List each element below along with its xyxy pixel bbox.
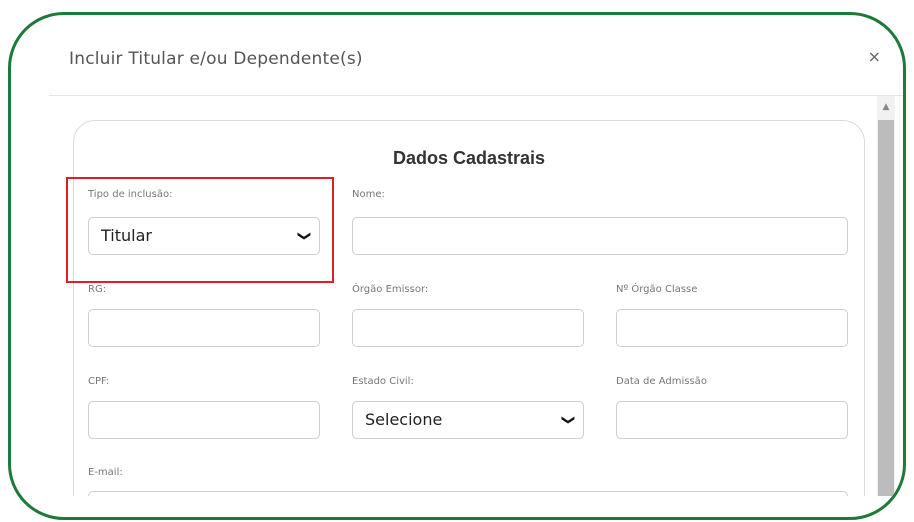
estado-civil-label: Estado Civil: (352, 376, 414, 387)
chevron-down-icon: ❯ (560, 414, 576, 426)
scroll-up-icon[interactable]: ▲ (877, 96, 895, 118)
orgao-emissor-input[interactable] (352, 309, 584, 347)
modal-body: Dados Cadastrais Tipo de inclusão: Titul… (49, 96, 903, 496)
scroll-thumb[interactable] (878, 120, 894, 496)
estado-civil-value: Selecione (365, 410, 443, 429)
cpf-label: CPF: (88, 376, 110, 387)
data-admissao-input[interactable] (616, 401, 848, 439)
orgao-classe-label: Nº Órgão Classe (616, 284, 698, 295)
data-admissao-label: Data de Admissão (616, 376, 707, 387)
modal-frame: Incluir Titular e/ou Dependente(s) × Dad… (8, 12, 906, 520)
nome-label: Nome: (352, 189, 385, 200)
modal-title: Incluir Titular e/ou Dependente(s) (69, 49, 363, 69)
email-input[interactable] (88, 491, 848, 496)
orgao-emissor-label: Órgão Emissor: (352, 284, 429, 295)
estado-civil-select[interactable]: Selecione ❯ (352, 401, 584, 439)
form-card: Dados Cadastrais Tipo de inclusão: Titul… (66, 120, 865, 496)
rg-input[interactable] (88, 309, 320, 347)
email-label: E-mail: (88, 467, 123, 478)
rg-label: RG: (88, 284, 107, 295)
cpf-input[interactable] (88, 401, 320, 439)
close-icon[interactable]: × (868, 47, 881, 66)
scrollbar[interactable]: ▲ (877, 96, 895, 496)
nome-input[interactable] (352, 217, 848, 255)
orgao-classe-input[interactable] (616, 309, 848, 347)
highlight-box (66, 177, 334, 283)
section-title: Dados Cadastrais (392, 148, 546, 168)
